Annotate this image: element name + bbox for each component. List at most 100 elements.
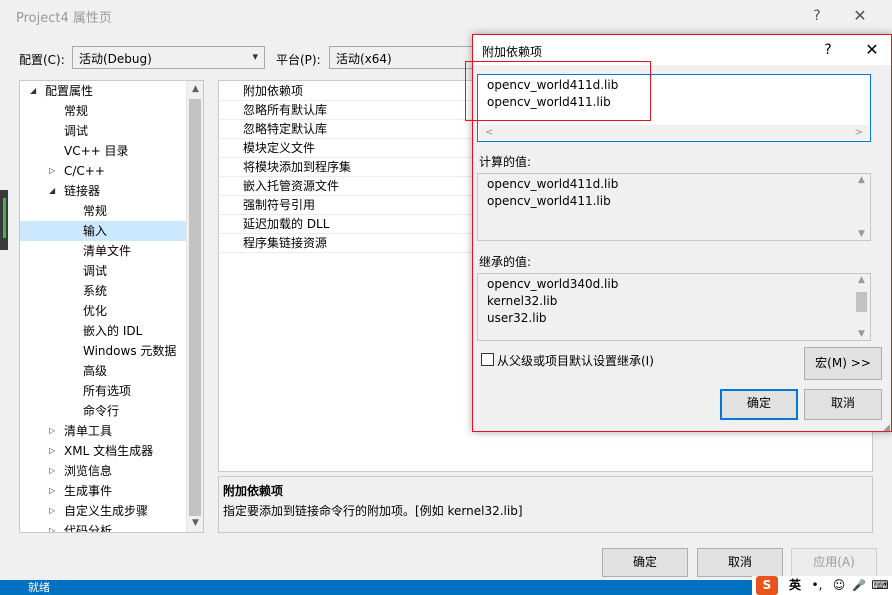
inherit-checkbox[interactable]	[481, 353, 494, 366]
inherit-checkbox-label[interactable]: 从父级或项目默认设置继承(I)	[497, 352, 654, 369]
tree-item-label: 自定义生成步骤	[64, 504, 149, 518]
tree-item-label: 清单文件	[83, 244, 132, 258]
chevron-right-icon[interactable]: ▷	[49, 161, 55, 181]
tree-item[interactable]: ◢ 链接器	[20, 181, 188, 201]
tree-item[interactable]: ▷ XML 文档生成器	[20, 441, 188, 461]
chevron-right-icon[interactable]: ▷	[49, 481, 55, 501]
config-select[interactable]: 活动(Debug) ▾	[72, 46, 265, 69]
tree-item-label: 优化	[83, 304, 108, 318]
inherited-vscrollbar[interactable]: ▲ ▼	[853, 275, 870, 339]
computed-vscrollbar[interactable]: ▲ ▼	[853, 175, 870, 239]
macro-button[interactable]: 宏(M) >>	[804, 347, 882, 380]
tree-item[interactable]: 输入	[20, 221, 188, 241]
edge-indicator	[3, 198, 6, 238]
tree-item-label: 命令行	[83, 404, 120, 418]
tree-item[interactable]: ◢ 配置属性	[20, 81, 188, 101]
tree-item-label: 链接器	[64, 184, 101, 198]
property-row[interactable]: 模块定义文件	[219, 139, 479, 158]
tree-item[interactable]: 优化	[20, 301, 188, 321]
ime-lang-toggle[interactable]: 英	[786, 576, 804, 595]
platform-label: 平台(P):	[276, 53, 321, 67]
dialog-ok-button[interactable]: 确定	[720, 389, 798, 420]
chevron-right-icon[interactable]: ▷	[49, 461, 55, 481]
punctuation-icon[interactable]: •,	[808, 576, 826, 595]
tree-item[interactable]: 高级	[20, 361, 188, 381]
inherited-label: 继承的值:	[479, 255, 532, 269]
chevron-right-icon[interactable]: ▷	[49, 421, 55, 441]
close-button[interactable]: ✕	[843, 2, 877, 30]
dialog-cancel-button[interactable]: 取消	[804, 389, 882, 420]
tree-item[interactable]: Windows 元数据	[20, 341, 188, 361]
config-label: 配置(C):	[19, 53, 65, 67]
tree-item-label: 配置属性	[45, 84, 94, 98]
tree-item[interactable]: VC++ 目录	[20, 141, 188, 161]
apply-button[interactable]: 应用(A)	[791, 548, 877, 577]
property-row[interactable]: 程序集链接资源	[219, 234, 479, 253]
tree-item[interactable]: 清单文件	[20, 241, 188, 261]
keyboard-icon[interactable]: ⌨	[870, 576, 890, 595]
tree-item[interactable]: 常规	[20, 201, 188, 221]
property-row[interactable]: 强制符号引用	[219, 196, 479, 215]
property-tree[interactable]: ◢ 配置属性 常规 调试 VC++ 目录 ▷ C/C++ ◢ 链接器 常规 输入 清单文件 调试 系统 优化…	[19, 80, 204, 533]
property-row[interactable]: 忽略所有默认库	[219, 101, 479, 120]
chevron-expanded-icon[interactable]: ◢	[30, 81, 36, 101]
scroll-up-icon[interactable]: ▲	[187, 81, 203, 98]
tree-item[interactable]: 命令行	[20, 401, 188, 421]
resize-grip-icon[interactable]: ◢	[883, 423, 890, 433]
ime-toolbar[interactable]: S 英 •, ☺ 🎤 ⌨	[752, 576, 892, 595]
scroll-down-icon[interactable]: ▼	[853, 329, 870, 339]
chevron-down-icon: ▾	[252, 50, 258, 63]
tree-item[interactable]: 调试	[20, 261, 188, 281]
tree-item[interactable]: ▷ 代码分析	[20, 521, 188, 532]
sogou-logo-icon[interactable]: S	[756, 576, 778, 595]
help-button[interactable]: ?	[800, 2, 834, 30]
property-row[interactable]: 附加依赖项	[219, 82, 479, 101]
tree-item[interactable]: 调试	[20, 121, 188, 141]
tree-item[interactable]: ▷ 清单工具	[20, 421, 188, 441]
inherited-scroll-thumb[interactable]	[856, 292, 867, 312]
property-row[interactable]: 延迟加载的 DLL	[219, 215, 479, 234]
platform-select[interactable]: 活动(x64)	[329, 46, 479, 69]
emoji-icon[interactable]: ☺	[830, 576, 848, 595]
computed-line: opencv_world411.lib	[487, 194, 611, 208]
chevron-expanded-icon[interactable]: ◢	[49, 181, 55, 201]
chevron-right-icon[interactable]: ▷	[49, 441, 55, 461]
highlight-annotation	[465, 61, 651, 121]
computed-label: 计算的值:	[479, 155, 532, 169]
chevron-right-icon[interactable]: ▷	[49, 501, 55, 521]
tree-item[interactable]: 常规	[20, 101, 188, 121]
inherited-line: kernel32.lib	[487, 294, 558, 308]
tree-item[interactable]: ▷ 自定义生成步骤	[20, 501, 188, 521]
chevron-right-icon[interactable]: ▷	[49, 521, 55, 532]
description-title: 附加依赖项	[223, 484, 284, 498]
tree-item[interactable]: ▷ 生成事件	[20, 481, 188, 501]
tree-item-label: 嵌入的 IDL	[83, 324, 143, 338]
dialog-help-button[interactable]: ?	[813, 36, 843, 64]
microphone-icon[interactable]: 🎤	[850, 576, 868, 595]
tree-scrollbar[interactable]: ▲ ▼	[186, 81, 203, 532]
scroll-left-icon[interactable]: <	[485, 125, 493, 140]
scroll-down-icon[interactable]: ▼	[853, 229, 870, 239]
status-text: 就绪	[28, 581, 50, 594]
tree-scroll-thumb[interactable]	[189, 99, 201, 516]
tree-item[interactable]: ▷ 浏览信息	[20, 461, 188, 481]
input-hscrollbar[interactable]: < >	[479, 125, 869, 140]
cancel-button[interactable]: 取消	[697, 548, 783, 577]
tree-item-label: 系统	[83, 284, 108, 298]
property-row[interactable]: 忽略特定默认库	[219, 120, 479, 139]
property-row[interactable]: 将模块添加到程序集	[219, 158, 479, 177]
tree-item-label: 常规	[64, 104, 89, 118]
scroll-right-icon[interactable]: >	[855, 125, 863, 140]
tree-item[interactable]: 所有选项	[20, 381, 188, 401]
tree-item-label: 所有选项	[83, 384, 132, 398]
property-row[interactable]: 嵌入托管资源文件	[219, 177, 479, 196]
scroll-up-icon[interactable]: ▲	[853, 275, 870, 285]
tree-item[interactable]: ▷ C/C++	[20, 161, 188, 181]
tree-item[interactable]: 嵌入的 IDL	[20, 321, 188, 341]
scroll-up-icon[interactable]: ▲	[853, 175, 870, 185]
ok-button[interactable]: 确定	[602, 548, 688, 577]
dialog-title: 附加依赖项	[482, 45, 543, 59]
dialog-close-button[interactable]: ✕	[857, 36, 887, 64]
scroll-down-icon[interactable]: ▼	[187, 515, 203, 532]
tree-item[interactable]: 系统	[20, 281, 188, 301]
